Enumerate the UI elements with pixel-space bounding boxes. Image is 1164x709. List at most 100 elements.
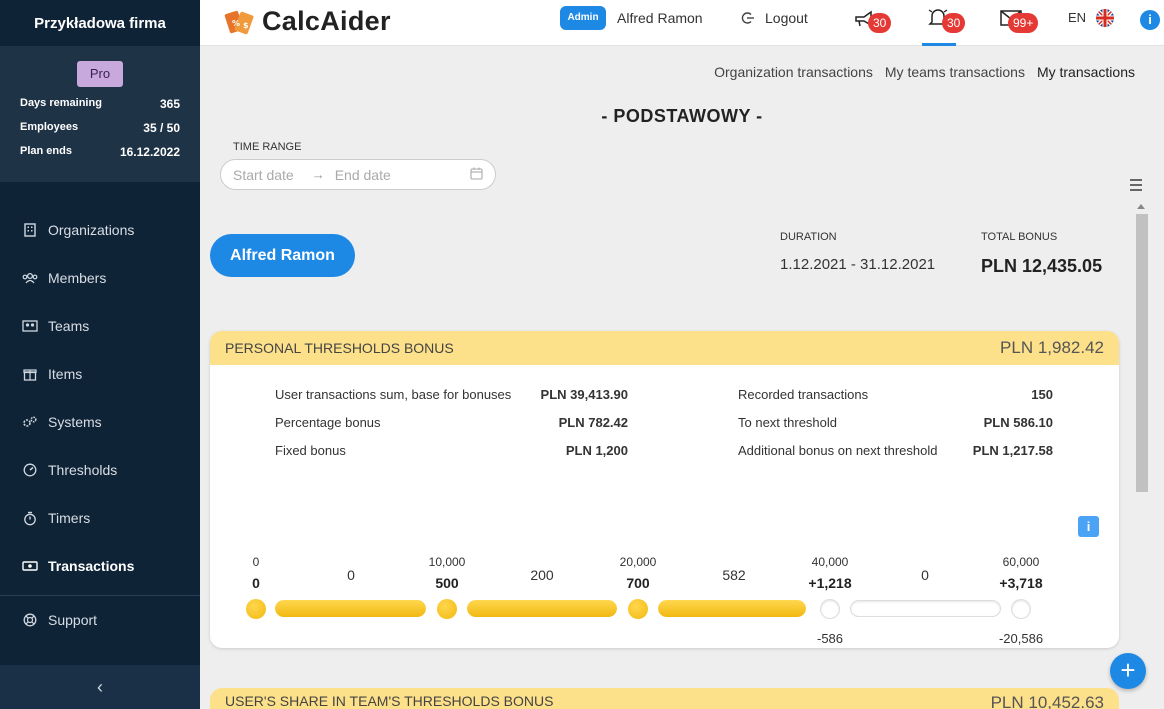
segment-fill bbox=[467, 600, 617, 617]
notifications-count-badge: 30 bbox=[942, 13, 966, 33]
sidebar-item-thresholds[interactable]: Thresholds bbox=[0, 446, 200, 494]
duration-label: DURATION bbox=[780, 231, 837, 243]
threshold-value: 20,000 bbox=[619, 555, 657, 569]
add-button[interactable]: + bbox=[1110, 653, 1146, 689]
sidebar-item-systems[interactable]: Systems bbox=[0, 398, 200, 446]
building-icon bbox=[22, 223, 38, 237]
sidebar-item-label: Support bbox=[48, 612, 98, 628]
tab-my-transactions[interactable]: My transactions bbox=[1037, 64, 1135, 80]
main-content: Organization transactions My teams trans… bbox=[200, 46, 1164, 709]
stat-value: 150 bbox=[1031, 387, 1053, 402]
sidebar-item-transactions[interactable]: Transactions bbox=[0, 542, 200, 590]
stopwatch-icon bbox=[22, 511, 38, 525]
tab-my-teams-transactions[interactable]: My teams transactions bbox=[885, 64, 1025, 80]
megaphone-count-badge: 30 bbox=[868, 13, 892, 33]
threshold-value: 10,000 bbox=[428, 555, 466, 569]
sidebar-item-timers[interactable]: Timers bbox=[0, 494, 200, 542]
personal-thresholds-card: PERSONAL THRESHOLDS BONUS PLN 1,982.42 U… bbox=[210, 331, 1119, 648]
info-icon[interactable]: i bbox=[1140, 10, 1160, 30]
stat-row: Percentage bonus PLN 782.42 To next thre… bbox=[275, 415, 1055, 431]
members-icon bbox=[22, 271, 38, 285]
plan-label: Days remaining bbox=[20, 97, 102, 109]
arrow-right-icon: → bbox=[311, 167, 325, 182]
scrollbar-thumb[interactable] bbox=[1136, 214, 1148, 492]
plan-row-employees: Employees 35 / 50 bbox=[0, 121, 200, 135]
threshold-node bbox=[820, 599, 840, 619]
svg-text:$: $ bbox=[243, 21, 249, 30]
sidebar-item-members[interactable]: Members bbox=[0, 254, 200, 302]
time-range-label: TIME RANGE bbox=[233, 141, 302, 153]
duration-value: 1.12.2021 - 31.12.2021 bbox=[780, 256, 936, 273]
threshold-node bbox=[246, 599, 266, 619]
page-title: - PODSTAWOWY - bbox=[601, 106, 763, 126]
logo-text: CalcAider bbox=[262, 6, 391, 36]
stat-value: PLN 586.10 bbox=[983, 415, 1053, 430]
date-range-picker[interactable]: Start date → End date bbox=[220, 159, 496, 190]
segment-bar bbox=[850, 600, 1001, 617]
sidebar-item-teams[interactable]: Teams bbox=[0, 302, 200, 350]
segment-bar bbox=[658, 600, 806, 617]
card-title: PERSONAL THRESHOLDS BONUS bbox=[225, 340, 454, 356]
plan-label: Plan ends bbox=[20, 145, 72, 157]
card-amount: PLN 10,452.63 bbox=[990, 693, 1104, 709]
threshold-node bbox=[437, 599, 457, 619]
stat-label: To next threshold bbox=[738, 415, 838, 430]
start-date-input[interactable]: Start date bbox=[233, 167, 294, 183]
threshold-remaining: -586 bbox=[816, 631, 844, 646]
threshold-bonus: +3,718 bbox=[999, 575, 1043, 591]
plan-value: 365 bbox=[159, 97, 180, 111]
plan-row-ends: Plan ends 16.12.2022 bbox=[0, 145, 200, 159]
gauge-icon bbox=[22, 463, 38, 477]
teams-icon bbox=[22, 319, 38, 333]
svg-text:%: % bbox=[232, 19, 240, 28]
logout-button[interactable]: Logout bbox=[741, 10, 808, 26]
sidebar-support-wrap: Support bbox=[0, 596, 200, 644]
segment-label: 200 bbox=[530, 567, 554, 583]
uk-flag-icon[interactable] bbox=[1096, 9, 1114, 27]
sidebar-collapse-button[interactable]: ‹ bbox=[0, 665, 200, 709]
stat-value: PLN 1,217.58 bbox=[972, 443, 1053, 458]
stat-value: PLN 39,413.90 bbox=[540, 387, 628, 402]
threshold-info-button[interactable]: i bbox=[1078, 516, 1099, 537]
tab-organization-transactions[interactable]: Organization transactions bbox=[714, 64, 873, 80]
systems-icon bbox=[22, 415, 38, 429]
stat-label: User transactions sum, base for bonuses bbox=[275, 387, 512, 402]
user-pill-button[interactable]: Alfred Ramon bbox=[210, 234, 355, 277]
menu-icon[interactable] bbox=[1130, 179, 1142, 194]
role-badge: Admin bbox=[560, 6, 606, 30]
plan-row-days: Days remaining 365 bbox=[0, 97, 200, 111]
card-title: USER'S SHARE IN TEAM'S THRESHOLDS BONUS bbox=[225, 693, 554, 709]
sidebar-item-label: Thresholds bbox=[48, 462, 118, 478]
sidebar-item-label: Members bbox=[48, 270, 107, 286]
stat-label: Additional bonus on next threshold bbox=[738, 443, 938, 458]
stat-value: PLN 782.42 bbox=[558, 415, 628, 430]
stat-label: Fixed bonus bbox=[275, 443, 346, 458]
sidebar-item-support[interactable]: Support bbox=[0, 596, 200, 644]
scrollbar[interactable] bbox=[1134, 204, 1148, 709]
sidebar-item-items[interactable]: Items bbox=[0, 350, 200, 398]
sidebar-item-label: Teams bbox=[48, 318, 90, 334]
sidebar-nav: Organizations Members Teams Items System… bbox=[0, 206, 200, 590]
transaction-tabs: Organization transactions My teams trans… bbox=[714, 64, 1135, 80]
app-logo[interactable]: % $ CalcAider bbox=[224, 6, 391, 37]
messages-count-badge: 99+ bbox=[1008, 13, 1039, 33]
threshold-node bbox=[1011, 599, 1031, 619]
language-selector[interactable]: EN bbox=[1068, 10, 1086, 25]
plan-label: Employees bbox=[20, 121, 79, 133]
stat-label: Recorded transactions bbox=[738, 387, 869, 402]
stat-row: Fixed bonus PLN 1,200 Additional bonus o… bbox=[275, 443, 1055, 459]
sidebar-item-organizations[interactable]: Organizations bbox=[0, 206, 200, 254]
end-date-input[interactable]: End date bbox=[335, 167, 391, 183]
lifebuoy-icon bbox=[22, 613, 38, 627]
sidebar-item-label: Items bbox=[48, 366, 83, 382]
threshold-value: 60,000 bbox=[1002, 555, 1040, 569]
team-share-card: USER'S SHARE IN TEAM'S THRESHOLDS BONUS … bbox=[210, 688, 1119, 709]
stat-label: Percentage bonus bbox=[275, 415, 381, 430]
calendar-icon[interactable] bbox=[470, 167, 483, 183]
plan-value: 35 / 50 bbox=[143, 121, 180, 135]
threshold-bonus: 500 bbox=[435, 575, 459, 591]
scroll-up-arrow[interactable] bbox=[1137, 204, 1145, 209]
sidebar: Przykładowa firma Pro Days remaining 365… bbox=[0, 0, 200, 709]
segment-fill bbox=[658, 600, 806, 617]
current-user-name[interactable]: Alfred Ramon bbox=[617, 10, 703, 26]
